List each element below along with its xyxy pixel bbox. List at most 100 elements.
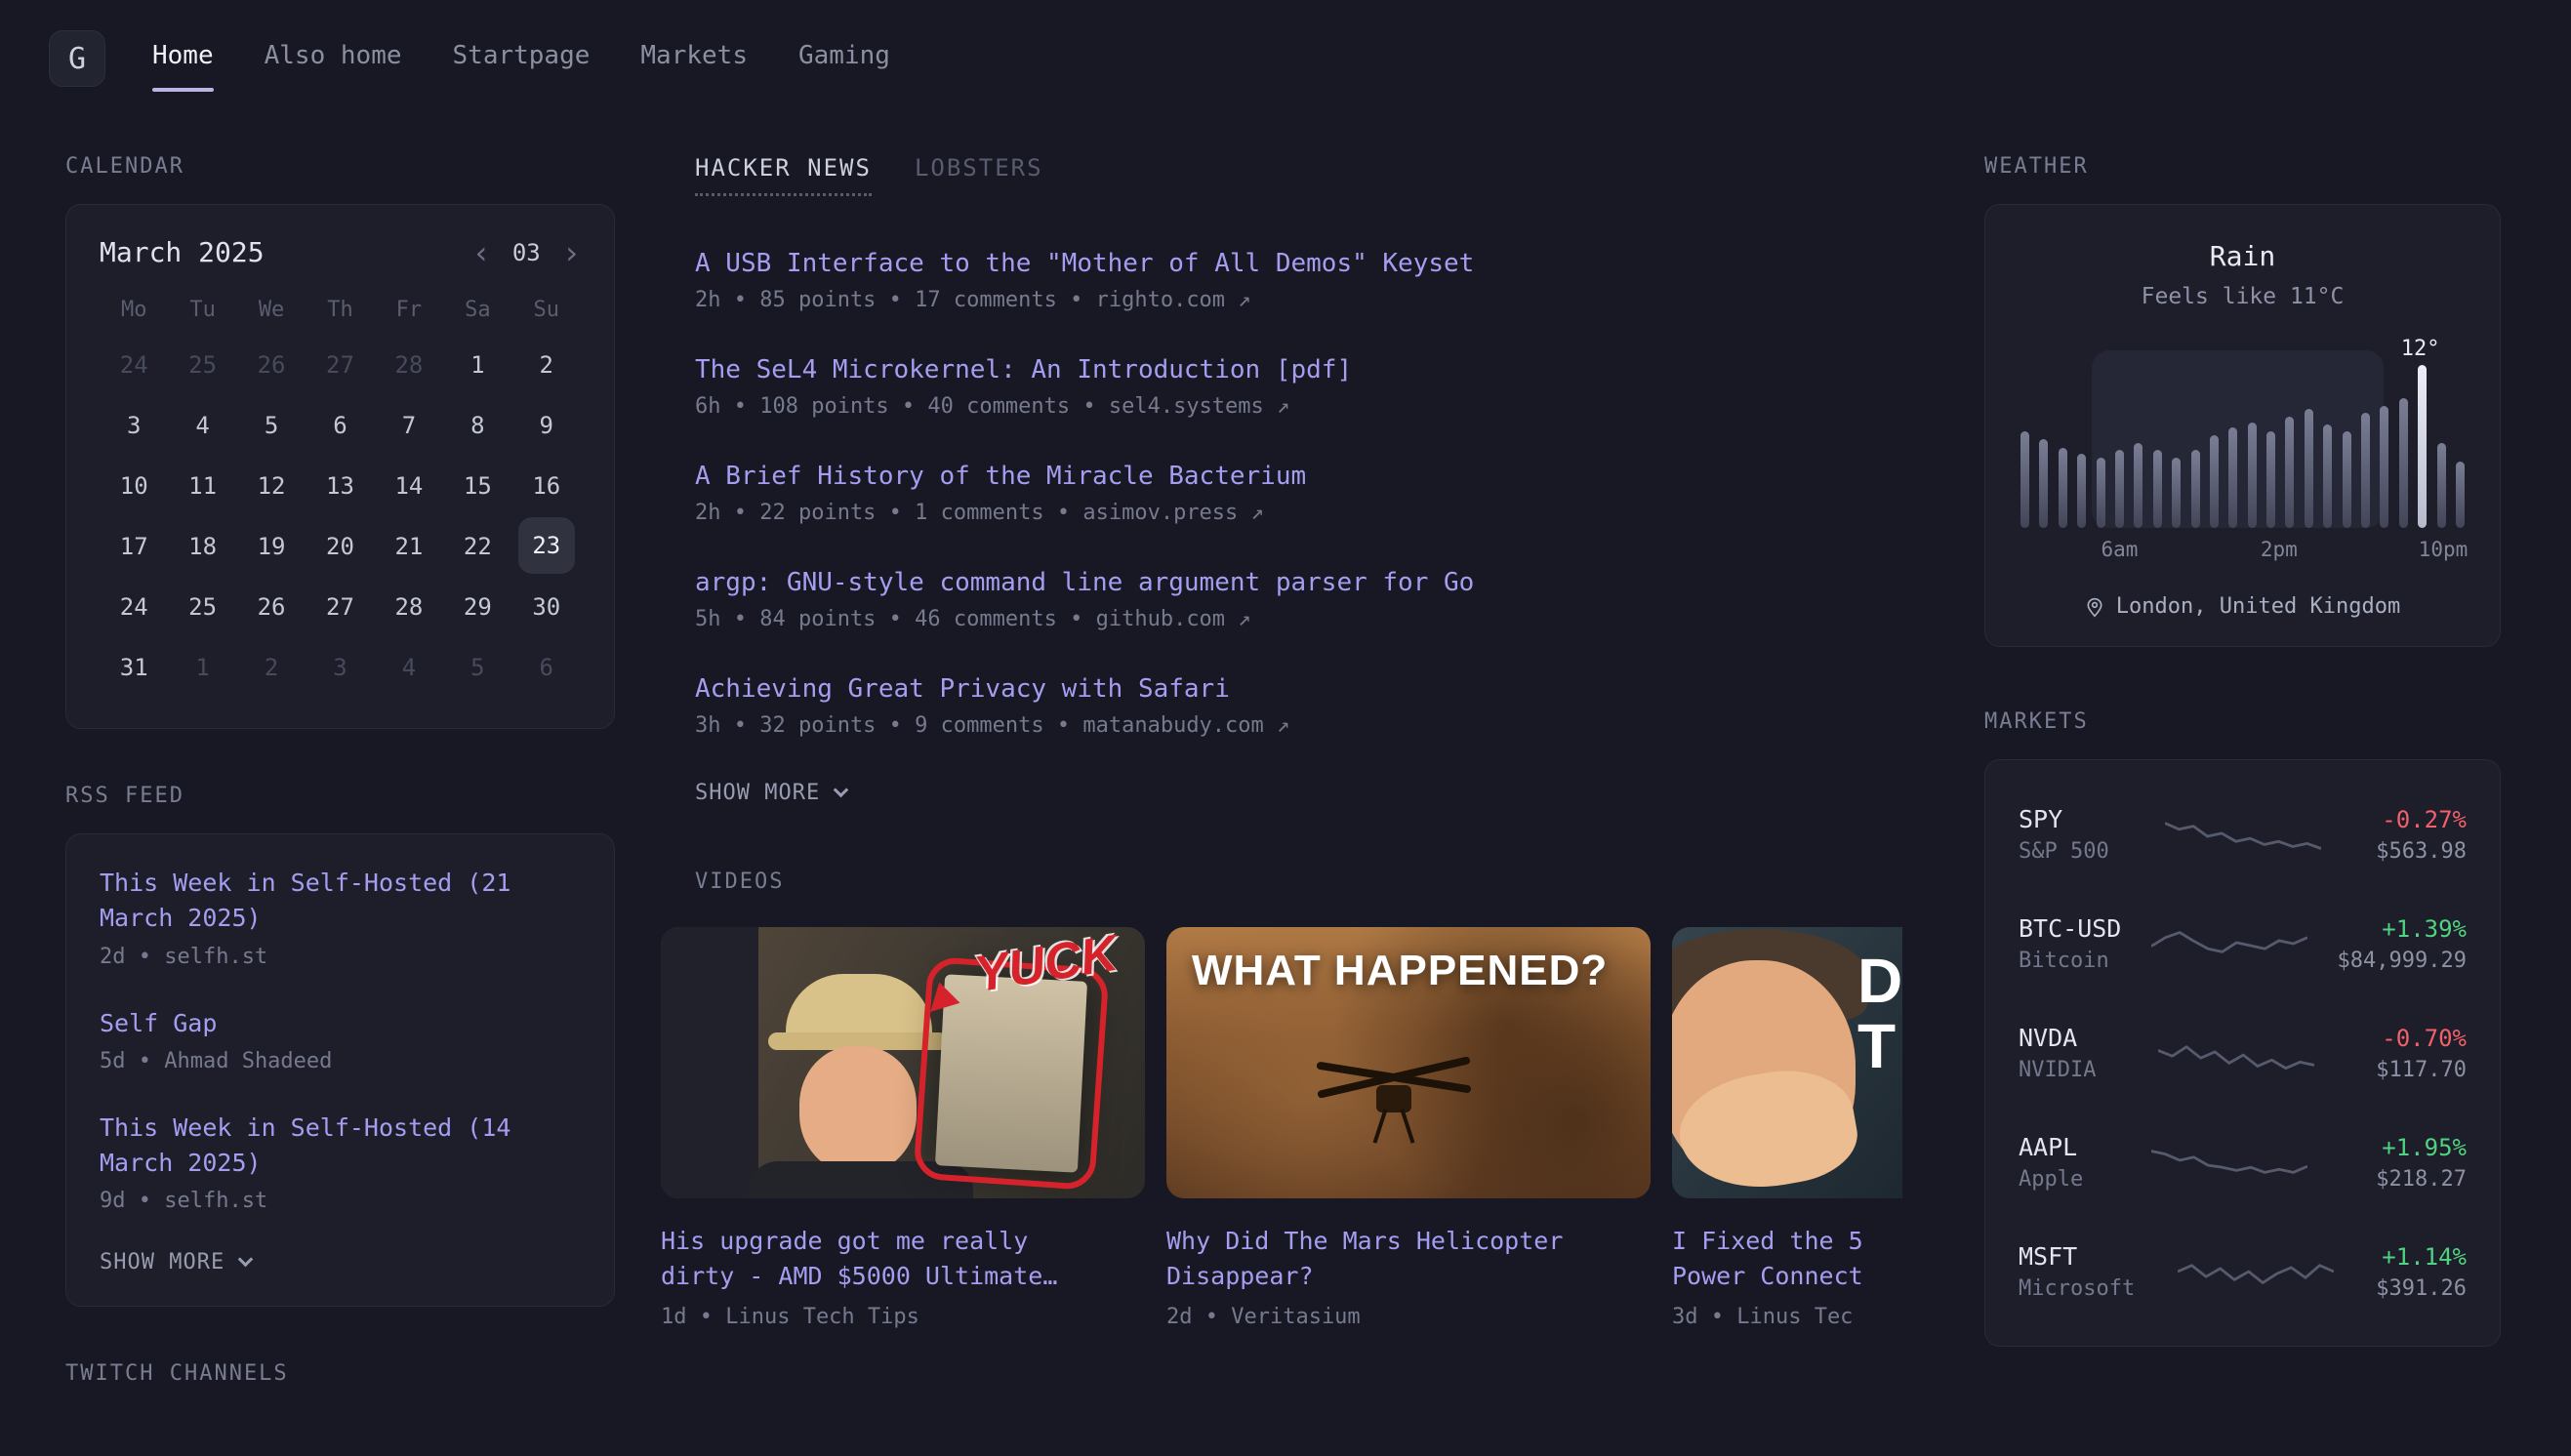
calendar-day: 10 [100,457,168,515]
left-column: CALENDAR March 2025 ‹ 03 › MoTuWeThFrSaS… [65,154,615,1401]
time-tick: 10pm [2419,538,2469,561]
tab-hacker-news[interactable]: HACKER NEWS [695,154,872,196]
twitch-section-label: TWITCH CHANNELS [65,1361,615,1386]
nav-tab-startpage[interactable]: Startpage [453,41,591,76]
hn-story-title[interactable]: The SeL4 Microkernel: An Introduction [p… [695,355,1902,384]
video-thumbnail: YUCK [661,927,1145,1198]
calendar-day: 8 [443,396,511,455]
calendar-day: 19 [237,517,306,576]
calendar-day: 9 [512,396,581,455]
video-card[interactable]: YUCK His upgrade got me really dirty - A… [661,927,1145,1329]
market-name: Apple [2019,1167,2083,1192]
video-card[interactable]: WHAT HAPPENED? Why Did The Mars Helicopt… [1166,927,1651,1329]
tab-lobsters[interactable]: LOBSTERS [915,154,1043,193]
weather-hour-bar [2191,450,2200,528]
calendar-prev-button[interactable]: ‹ [472,237,491,268]
calendar-day: 2 [237,638,306,697]
market-price: $391.26 [2376,1276,2467,1301]
news-widget: HACKER NEWS LOBSTERS A USB Interface to … [695,154,1902,894]
rss-show-more-button[interactable]: SHOW MORE [100,1250,581,1274]
calendar-day: 15 [443,457,511,515]
weather-hour-bar [2418,365,2427,528]
hn-story: Achieving Great Privacy with Safari 3h •… [695,674,1902,738]
video-meta: 3d • Linus Tec [1672,1305,1902,1329]
market-ticker: MSFT [2019,1242,2135,1271]
hn-story-title[interactable]: A USB Interface to the "Mother of All De… [695,249,1902,278]
calendar-day: 5 [237,396,306,455]
calendar-header: March 2025 ‹ 03 › [100,236,581,268]
video-title[interactable]: His upgrade got me really dirty - AMD $5… [661,1224,1145,1295]
calendar-day: 1 [443,336,511,394]
calendar-day: 28 [375,336,443,394]
hn-story-meta: 5h • 84 points • 46 comments • github.co… [695,607,1902,631]
calendar-day: 21 [375,517,443,576]
dashboard-page: G Home Also home Startpage Markets Gamin… [0,0,2571,1456]
calendar-widget: CALENDAR March 2025 ‹ 03 › MoTuWeThFrSaS… [65,154,615,729]
market-row[interactable]: SPY S&P 500 -0.27% $563.98 [2019,780,2467,889]
weather-panel: Rain Feels like 11°C 12° 6am 2pm 10pm [1984,204,2501,647]
rss-show-more-label: SHOW MORE [100,1250,224,1274]
weather-hourly-chart: 12° [2015,343,2470,528]
calendar-day: 6 [512,638,581,697]
rss-item-title[interactable]: This Week in Self-Hosted (14 March 2025) [100,1111,581,1182]
rss-item: Self Gap 5d • Ahmad Shadeed [100,1006,581,1073]
market-sparkline [2151,1137,2307,1188]
weather-hour-bar [2323,425,2332,528]
market-row[interactable]: AAPL Apple +1.95% $218.27 [2019,1108,2467,1217]
market-row[interactable]: NVDA NVIDIA -0.70% $117.70 [2019,998,2467,1108]
hn-story-meta: 2h • 22 points • 1 comments • asimov.pre… [695,501,1902,525]
rss-item: This Week in Self-Hosted (21 March 2025)… [100,866,581,969]
weather-hour-bar [2039,439,2048,528]
weather-location: London, United Kingdom [2015,594,2470,619]
calendar-weekday: We [237,298,306,322]
rss-section-label: RSS FEED [65,784,615,808]
nav-tab-markets[interactable]: Markets [640,41,748,76]
rss-item-title[interactable]: This Week in Self-Hosted (21 March 2025) [100,866,581,937]
calendar-day: 27 [306,578,374,636]
video-title[interactable]: Why Did The Mars Helicopter Disappear? [1166,1224,1651,1295]
nav-tab-also-home[interactable]: Also home [265,41,402,76]
market-change: +1.39% [2338,915,2467,943]
thumbnail-caption: WHAT HAPPENED? [1192,947,1608,995]
hn-show-more-button[interactable]: SHOW MORE [695,781,1902,805]
market-name: NVIDIA [2019,1058,2096,1082]
weather-hour-bar [2343,431,2351,528]
current-temp-label: 12° [2401,337,2440,361]
thumb-art [786,974,932,1038]
video-title-line: His upgrade got me really [661,1224,1145,1259]
nav-tab-home[interactable]: Home [152,41,214,76]
weather-hour-bar [2285,417,2294,528]
calendar-weekday-row: MoTuWeThFrSaSu [100,298,581,322]
weather-hour-bar [2097,458,2105,528]
video-card[interactable]: DO T I Fixed the 5 Power Connect 3d • Li… [1672,927,1902,1329]
hn-story: A USB Interface to the "Mother of All De… [695,249,1902,312]
weather-location-text: London, United Kingdom [2116,594,2400,619]
video-title[interactable]: I Fixed the 5 Power Connect [1672,1224,1902,1295]
market-row[interactable]: MSFT Microsoft +1.14% $391.26 [2019,1217,2467,1326]
video-title-line: Why Did The Mars Helicopter [1166,1224,1651,1259]
weather-widget: WEATHER Rain Feels like 11°C 12° 6am 2pm… [1984,154,2501,647]
video-meta: 1d • Linus Tech Tips [661,1305,1145,1329]
videos-section-label: VIDEOS [695,870,1902,894]
rss-item-title[interactable]: Self Gap [100,1006,581,1041]
hn-story: argp: GNU-style command line argument pa… [695,568,1902,631]
nav-tabs: Home Also home Startpage Markets Gaming [152,41,890,76]
weather-condition: Rain [2015,240,2470,272]
calendar-day: 14 [375,457,443,515]
weather-hour-bar [2380,406,2388,528]
hn-story-title[interactable]: argp: GNU-style command line argument pa… [695,568,1902,597]
market-sparkline [2151,918,2307,969]
market-row[interactable]: BTC-USD Bitcoin +1.39% $84,999.29 [2019,889,2467,998]
video-thumbnail: DO T [1672,927,1902,1198]
hn-story-title[interactable]: Achieving Great Privacy with Safari [695,674,1902,704]
market-ticker: SPY [2019,805,2109,833]
weather-hour-bar [2115,450,2124,528]
app-logo[interactable]: G [49,30,105,87]
markets-panel: SPY S&P 500 -0.27% $563.98 BTC-USD Bitco… [1984,759,2501,1347]
hn-story-title[interactable]: A Brief History of the Miracle Bacterium [695,462,1902,491]
calendar-next-button[interactable]: › [562,237,581,268]
weather-hour-bar [2456,462,2465,528]
nav-tab-gaming[interactable]: Gaming [798,41,890,76]
calendar-day: 11 [168,457,236,515]
hn-story: The SeL4 Microkernel: An Introduction [p… [695,355,1902,419]
